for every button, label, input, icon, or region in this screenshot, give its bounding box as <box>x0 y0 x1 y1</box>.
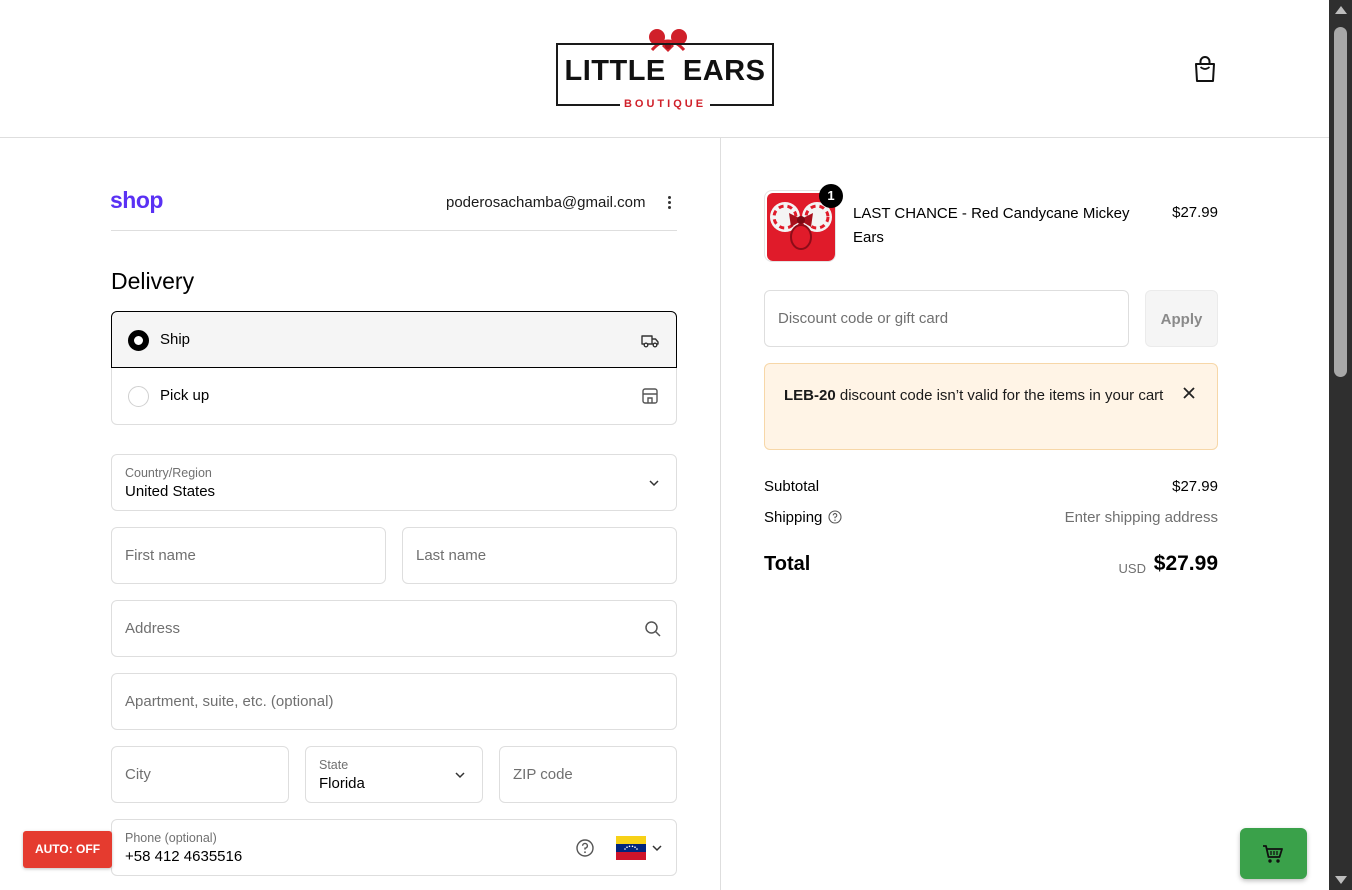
logo-sub-text: BOUTIQUE <box>556 98 774 110</box>
country-code-selector[interactable] <box>616 836 662 860</box>
shipping-label: Shipping <box>764 509 823 526</box>
last-name-placeholder: Last name <box>416 547 487 564</box>
chevron-down-icon <box>652 845 662 852</box>
cart-icon <box>1263 845 1283 863</box>
discount-error-alert: LEB-20 discount code isn’t valid for the… <box>764 363 1218 450</box>
total-label: Total <box>764 553 811 575</box>
state-label: State <box>319 758 349 772</box>
shipping-row: Shipping Enter shipping address <box>764 509 1218 526</box>
state-value: Florida <box>319 775 365 792</box>
alert-text: discount code isn’t valid for the items … <box>835 387 1164 404</box>
scroll-down-arrow-icon[interactable] <box>1335 876 1347 884</box>
product-price: $27.99 <box>1172 204 1218 221</box>
phone-value: +58 412 4635516 <box>125 848 243 865</box>
ship-radio[interactable] <box>128 330 149 351</box>
last-name-field[interactable]: Last name <box>402 527 677 584</box>
apartment-placeholder: Apartment, suite, etc. (optional) <box>125 693 334 710</box>
subtotal-row: Subtotal $27.99 <box>764 478 1218 495</box>
apply-discount-button[interactable]: Apply <box>1145 290 1218 347</box>
first-name-placeholder: First name <box>125 547 196 564</box>
close-icon[interactable] <box>1181 385 1197 401</box>
alert-message: LEB-20 discount code isn’t valid for the… <box>784 384 1164 408</box>
scroll-thumb[interactable] <box>1334 27 1347 377</box>
total-amount: $27.99 <box>1153 552 1218 575</box>
shopping-bag-icon[interactable] <box>1192 55 1218 83</box>
subtotal-value: $27.99 <box>1172 478 1218 495</box>
city-field[interactable]: City <box>111 746 289 803</box>
total-currency: USD <box>1118 561 1146 576</box>
pickup-label: Pick up <box>160 387 210 404</box>
chevron-down-icon <box>455 772 465 779</box>
help-circle-icon[interactable] <box>828 510 842 524</box>
pickup-radio[interactable] <box>128 386 149 407</box>
truck-icon <box>641 335 659 348</box>
delivery-heading: Delivery <box>111 268 195 294</box>
zip-placeholder: ZIP code <box>513 766 573 783</box>
shop-pay-logo: shop <box>110 187 163 213</box>
chevron-down-icon <box>649 480 659 487</box>
site-header: LITTLE EARS BOUTIQUE <box>0 0 1329 138</box>
delivery-option-ship[interactable]: Ship <box>111 311 677 368</box>
quantity-badge: 1 <box>819 184 843 208</box>
scrollbar[interactable] <box>1329 0 1352 890</box>
little-ears-logo[interactable]: LITTLE EARS BOUTIQUE <box>556 26 774 110</box>
city-placeholder: City <box>125 766 151 783</box>
account-menu-icon[interactable] <box>662 194 676 212</box>
floating-cart-button[interactable] <box>1240 828 1307 879</box>
first-name-field[interactable]: First name <box>111 527 386 584</box>
divider <box>111 230 677 231</box>
store-icon <box>642 388 658 404</box>
address-field[interactable]: Address <box>111 600 677 657</box>
discount-placeholder: Discount code or gift card <box>778 310 949 327</box>
zip-field[interactable]: ZIP code <box>499 746 677 803</box>
subtotal-label: Subtotal <box>764 478 820 495</box>
logo-main-text: LITTLE EARS <box>564 55 766 87</box>
ship-label: Ship <box>160 331 191 348</box>
account-email: poderosachamba@gmail.com <box>446 194 646 211</box>
apartment-field[interactable]: Apartment, suite, etc. (optional) <box>111 673 677 730</box>
country-value: United States <box>125 483 216 500</box>
venezuela-flag-icon <box>616 836 646 860</box>
country-select[interactable]: Country/Region United States <box>111 454 677 511</box>
alert-code: LEB-20 <box>784 387 836 404</box>
scroll-up-arrow-icon[interactable] <box>1335 6 1347 14</box>
phone-field[interactable]: Phone (optional) +58 412 4635516 <box>111 819 677 876</box>
phone-label: Phone (optional) <box>125 831 217 845</box>
auto-toggle-button[interactable]: AUTO: OFF <box>23 831 112 868</box>
product-name: LAST CHANCE - Red Candycane Mickey Ears <box>853 205 1130 246</box>
discount-code-field[interactable]: Discount code or gift card <box>764 290 1129 347</box>
column-divider <box>720 138 721 890</box>
shipping-value: Enter shipping address <box>1064 509 1218 526</box>
delivery-option-pickup[interactable]: Pick up <box>111 368 677 425</box>
help-circle-icon[interactable] <box>575 838 595 858</box>
country-label: Country/Region <box>125 466 212 480</box>
state-select[interactable]: State Florida <box>305 746 483 803</box>
search-icon <box>645 621 661 637</box>
address-placeholder: Address <box>125 620 181 637</box>
